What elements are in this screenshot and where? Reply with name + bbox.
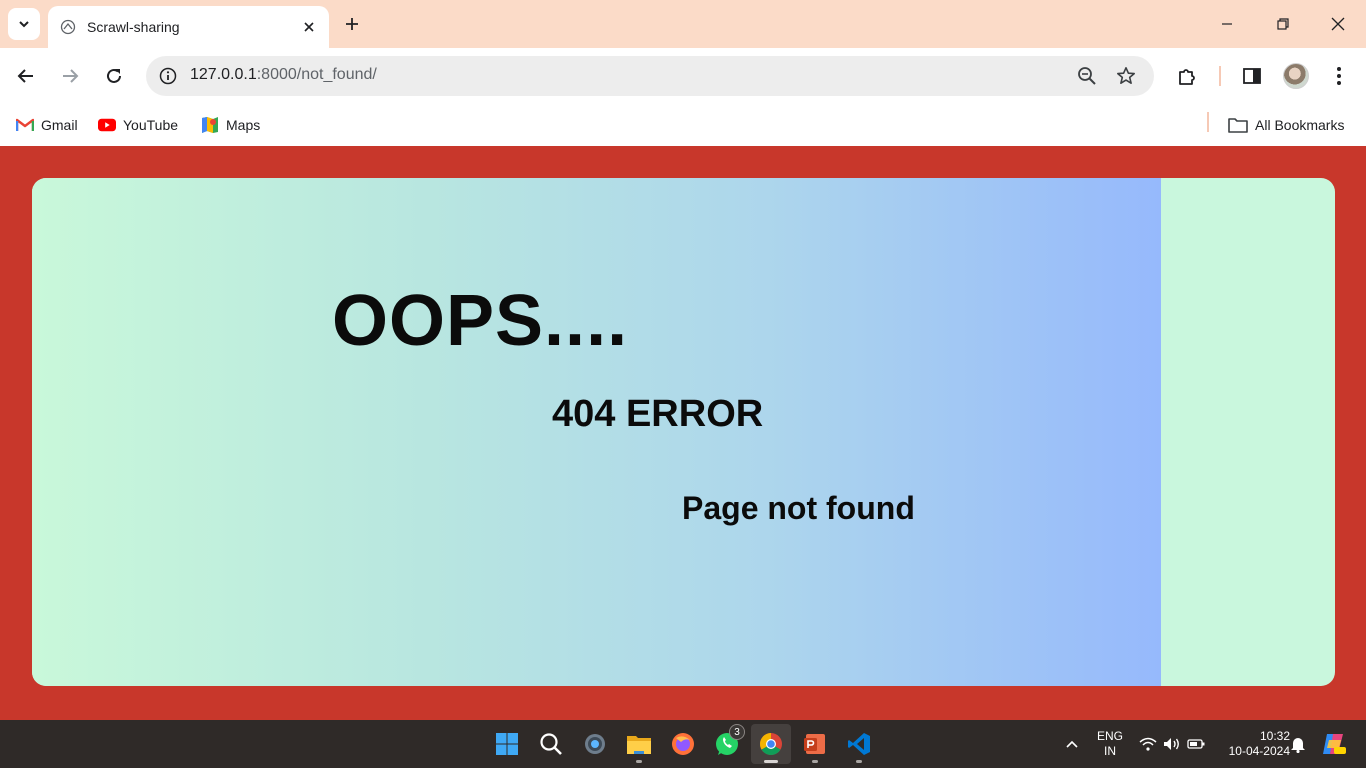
- start-button[interactable]: [487, 724, 527, 764]
- clock[interactable]: 10:32 10-04-2024: [1214, 729, 1290, 759]
- clock-date: 10-04-2024: [1228, 744, 1290, 758]
- restore-button[interactable]: [1255, 0, 1311, 48]
- taskbar-vscode[interactable]: [839, 724, 879, 764]
- gmail-icon: [16, 117, 34, 133]
- wifi-icon[interactable]: [1136, 732, 1160, 756]
- url-text[interactable]: 127.0.0.1:8000/not_found/: [190, 66, 377, 84]
- error-card: OOPS.... 404 ERROR Page not found: [32, 178, 1335, 686]
- plus-icon: [346, 18, 358, 30]
- forward-button[interactable]: [54, 60, 86, 92]
- bookmarks-divider: [1207, 112, 1209, 132]
- close-icon: [1331, 17, 1345, 31]
- site-info-icon[interactable]: [154, 62, 182, 90]
- bookmark-label: YouTube: [123, 117, 179, 133]
- minimize-icon: [1222, 23, 1232, 25]
- url-path: :8000/not_found/: [256, 66, 377, 83]
- more-vert-icon: [1337, 67, 1341, 85]
- taskbar-firefox[interactable]: [663, 724, 703, 764]
- search-icon: [540, 733, 562, 755]
- url-host: 127.0.0.1: [190, 66, 257, 83]
- start-icon: [496, 733, 518, 755]
- address-bar[interactable]: 127.0.0.1:8000/not_found/: [146, 56, 1154, 96]
- back-button[interactable]: [10, 60, 42, 92]
- bookmark-gmail[interactable]: Gmail: [16, 112, 78, 138]
- file-explorer-icon: [627, 736, 651, 754]
- forward-arrow-icon: [63, 69, 79, 83]
- page-viewport: OOPS.... 404 ERROR Page not found: [0, 146, 1366, 720]
- taskbar-settings[interactable]: [575, 724, 615, 764]
- youtube-icon: [98, 117, 116, 133]
- restore-icon: [1277, 18, 1289, 30]
- taskbar-whatsapp[interactable]: 3: [707, 724, 747, 764]
- tab-search-button[interactable]: [8, 8, 40, 40]
- taskbar-search-button[interactable]: [531, 724, 571, 764]
- tab-title: Scrawl-sharing: [87, 19, 180, 35]
- minimize-button[interactable]: [1199, 0, 1255, 48]
- zoom-icon[interactable]: [1073, 62, 1101, 90]
- tab-strip: Scrawl-sharing: [0, 0, 1366, 48]
- vscode-icon: [848, 733, 870, 755]
- all-bookmarks-button[interactable]: All Bookmarks: [1228, 112, 1344, 138]
- extensions-button[interactable]: [1171, 60, 1203, 92]
- tab-close-icon[interactable]: [299, 17, 319, 37]
- reload-button[interactable]: [98, 60, 130, 92]
- browser-menu-button[interactable]: [1323, 60, 1355, 92]
- region-code: IN: [1104, 744, 1116, 758]
- bookmark-label: Maps: [226, 117, 261, 133]
- notification-badge: 3: [729, 724, 745, 740]
- browser-toolbar: 127.0.0.1:8000/not_found/: [0, 48, 1366, 104]
- bookmarks-bar: Gmail YouTube Maps All Bookmarks: [0, 104, 1366, 146]
- volume-icon[interactable]: [1160, 732, 1184, 756]
- folder-icon: [1228, 117, 1248, 133]
- new-tab-button[interactable]: [338, 10, 366, 38]
- bookmark-youtube[interactable]: YouTube: [98, 112, 178, 138]
- running-indicator: [812, 760, 818, 763]
- toolbar-divider: [1219, 66, 1221, 86]
- notification-bell-icon[interactable]: [1286, 732, 1310, 756]
- running-indicator: [764, 760, 778, 763]
- back-arrow-icon: [17, 69, 33, 83]
- close-window-button[interactable]: [1310, 0, 1366, 48]
- copilot-icon[interactable]: [1320, 732, 1348, 756]
- error-code: 404 ERROR: [552, 393, 764, 435]
- all-bookmarks-label: All Bookmarks: [1255, 117, 1345, 133]
- maps-icon: [201, 117, 219, 133]
- browser-tab[interactable]: Scrawl-sharing: [48, 6, 329, 48]
- taskbar-file-explorer[interactable]: [619, 724, 659, 764]
- firefox-icon: [672, 733, 694, 755]
- site-favicon-icon: [60, 19, 76, 35]
- not-found-message: Page not found: [682, 490, 915, 526]
- taskbar-chrome[interactable]: [751, 724, 791, 764]
- oops-heading: OOPS....: [332, 281, 629, 361]
- profile-avatar[interactable]: [1283, 63, 1309, 89]
- chrome-icon: [760, 733, 782, 755]
- clock-time: 10:32: [1259, 729, 1290, 743]
- bookmark-star-icon[interactable]: [1112, 62, 1140, 90]
- side-panel-button[interactable]: [1236, 60, 1268, 92]
- battery-icon[interactable]: [1184, 732, 1208, 756]
- running-indicator: [856, 760, 862, 763]
- taskbar-powerpoint[interactable]: [795, 724, 835, 764]
- windows-taskbar: 3 ENG IN 10:32 10-04-2024: [0, 720, 1366, 768]
- bookmark-maps[interactable]: Maps: [201, 112, 260, 138]
- running-indicator: [636, 760, 642, 763]
- chevron-down-icon: [19, 21, 29, 28]
- puzzle-icon: [1179, 69, 1195, 85]
- tray-overflow-button[interactable]: [1060, 732, 1084, 756]
- chevron-up-icon: [1066, 740, 1078, 748]
- side-panel-icon: [1243, 68, 1261, 84]
- language-indicator[interactable]: ENG IN: [1093, 729, 1127, 759]
- bookmark-label: Gmail: [41, 117, 78, 133]
- language-code: ENG: [1096, 729, 1123, 743]
- reload-icon: [107, 68, 121, 83]
- powerpoint-icon: [804, 734, 825, 754]
- settings-icon: [585, 734, 605, 754]
